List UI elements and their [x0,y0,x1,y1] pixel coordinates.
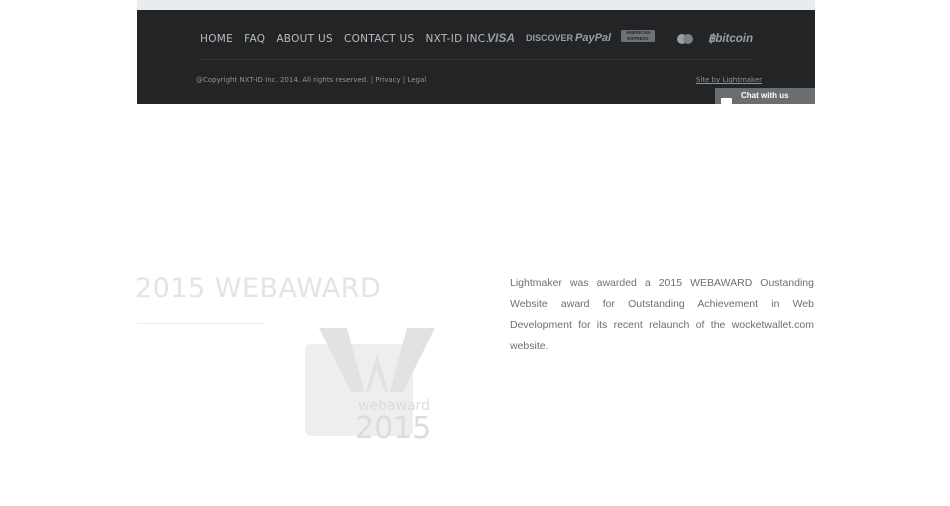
site-footer: HOME FAQ ABOUT US CONTACT US NXT-ID INC.… [137,10,815,104]
logo-year: 2015 [355,411,431,442]
footer-divider [200,59,753,60]
award-title: 2015 WEBAWARD [135,273,382,304]
copyright-line: @Copyright NXT-ID Inc. 2014. All rights … [196,76,426,84]
footer-nav: HOME FAQ ABOUT US CONTACT US NXT-ID INC. [200,29,489,47]
award-description: Lightmaker was awarded a 2015 WEBAWARD O… [510,277,814,352]
nav-faq-link[interactable]: FAQ [244,33,265,45]
site-by-link[interactable]: Site by Lightmaker [696,76,762,84]
nav-home-link[interactable]: HOME [200,33,233,45]
title-underline [137,323,265,324]
nav-contact-link[interactable]: CONTACT US [344,33,414,45]
chat-with-us-button[interactable]: Chat with us [715,88,815,107]
nav-nxtid-link[interactable]: NXT-ID INC. [425,33,489,45]
bitcoin-logo: ฿bitcoin [708,33,754,45]
separator: | [402,76,406,84]
chat-bubble-icon [721,94,732,112]
separator: | [370,76,374,84]
copyright-text: @Copyright NXT-ID Inc. 2014. All rights … [196,76,369,84]
legal-link[interactable]: Legal [407,76,426,84]
paypal-logo: PayPal [575,32,612,44]
webaward-logo: webaward 2015 [305,326,437,447]
mastercard-icon [676,31,694,49]
privacy-link[interactable]: Privacy [375,76,400,84]
amex-logo: AMERICAN EXPRESS [621,30,655,42]
chat-label: Chat with us [741,91,789,100]
top-strip [137,0,815,10]
discover-logo: DISCOVER [526,33,574,43]
nav-about-link[interactable]: ABOUT US [276,33,333,45]
visa-logo: VISA [487,31,516,45]
